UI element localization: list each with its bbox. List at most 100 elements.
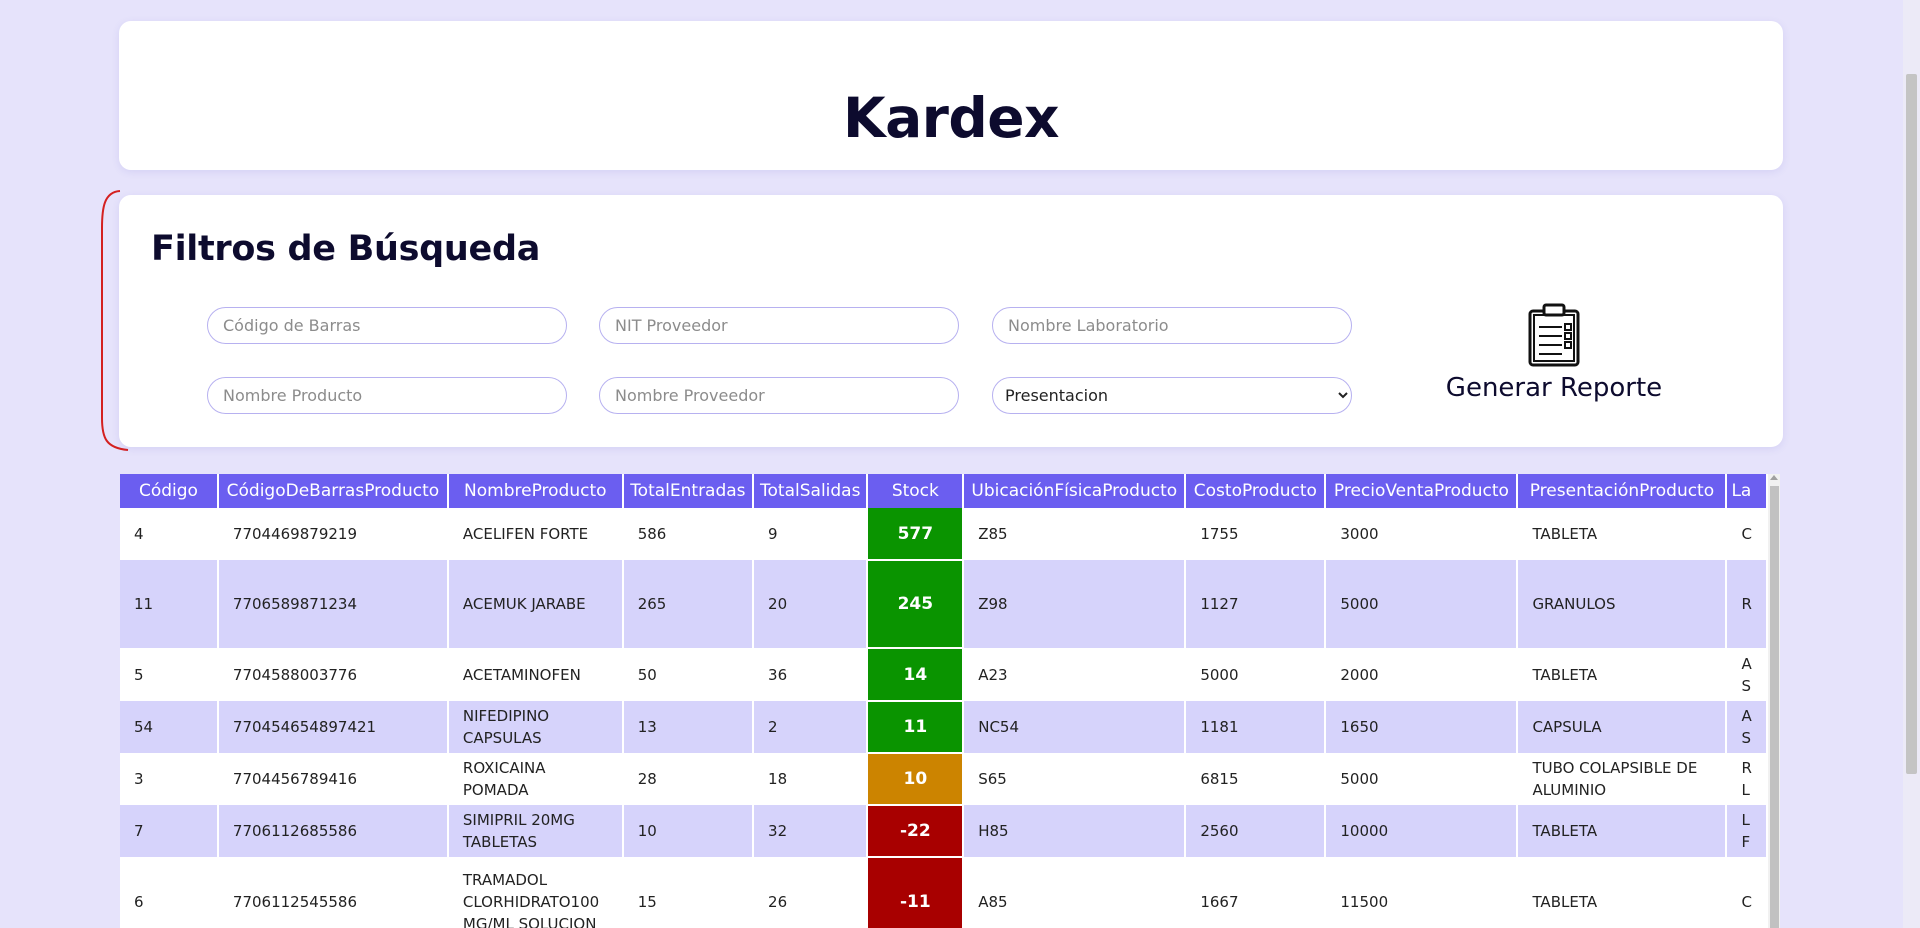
- col-costo[interactable]: CostoProducto: [1185, 474, 1327, 508]
- cell-nombre: ACELIFEN FORTE: [447, 508, 624, 560]
- cell-entradas: 13: [622, 701, 755, 753]
- table-row[interactable]: 3 7704456789416 ROXICAINA POMADA 28 18 1…: [120, 753, 1768, 806]
- cell-costo: 2560: [1185, 805, 1327, 857]
- cell-entradas: 28: [622, 753, 755, 805]
- cell-codigo: 54: [120, 701, 219, 753]
- cell-barras: 7706112545586: [217, 857, 449, 928]
- cell-codigo: 3: [120, 753, 219, 805]
- cell-costo: 6815: [1185, 753, 1327, 805]
- cell-entradas: 50: [622, 648, 755, 701]
- cell-barras: 770454654897421: [217, 701, 449, 753]
- cell-codigo: 11: [120, 560, 219, 648]
- cell-stock: -11: [867, 857, 965, 928]
- cell-precio: 5000: [1325, 753, 1519, 805]
- laboratory-name-input[interactable]: [992, 307, 1352, 344]
- presentation-select[interactable]: Presentacion: [992, 377, 1352, 414]
- cell-presentacion: TABLETA: [1517, 648, 1728, 701]
- cell-precio: 5000: [1325, 560, 1519, 648]
- table-row[interactable]: 54 770454654897421 NIFEDIPINO CAPSULAS 1…: [120, 701, 1768, 754]
- clipboard-icon: [1528, 303, 1580, 367]
- cell-costo: 1181: [1185, 701, 1327, 753]
- cell-precio: 10000: [1325, 805, 1519, 857]
- col-stock[interactable]: Stock: [867, 474, 965, 508]
- generate-report-button[interactable]: Generar Reporte: [1419, 303, 1689, 413]
- table-row[interactable]: 4 7704469879219 ACELIFEN FORTE 586 9 577…: [120, 508, 1768, 561]
- cell-stock: 245: [867, 560, 965, 649]
- cell-costo: 5000: [1185, 648, 1327, 701]
- cell-ubicacion: A85: [963, 857, 1187, 928]
- cell-ubicacion: A23: [963, 648, 1187, 701]
- filters-card: Filtros de Búsqueda Presentacion Generar…: [119, 195, 1783, 447]
- cell-nombre: TRAMADOL CLORHIDRATO100 MG/ML SOLUCION: [447, 857, 624, 928]
- cell-salidas: 18: [753, 753, 869, 805]
- cell-ubicacion: S65: [963, 753, 1187, 805]
- cell-costo: 1667: [1185, 857, 1327, 928]
- cell-lab: A S: [1726, 648, 1768, 701]
- table-row[interactable]: 11 7706589871234 ACEMUK JARABE 265 20 24…: [120, 560, 1768, 649]
- cell-ubicacion: H85: [963, 805, 1187, 857]
- cell-presentacion: TABLETA: [1517, 857, 1728, 928]
- cell-nombre: ROXICAINA POMADA: [447, 753, 624, 805]
- cell-ubicacion: NC54: [963, 701, 1187, 753]
- kardex-table-container: Código CódigoDeBarrasProducto NombreProd…: [120, 474, 1768, 928]
- col-codigo[interactable]: Código: [120, 474, 219, 508]
- cell-salidas: 36: [753, 648, 869, 701]
- cell-costo: 1755: [1185, 508, 1327, 560]
- cell-presentacion: GRANULOS: [1517, 560, 1728, 648]
- cell-codigo: 6: [120, 857, 219, 928]
- title-card: Kardex: [119, 21, 1783, 170]
- cell-stock: 11: [867, 701, 965, 754]
- cell-precio: 1650: [1325, 701, 1519, 753]
- col-nombre-producto[interactable]: NombreProducto: [447, 474, 624, 508]
- cell-salidas: 26: [753, 857, 869, 928]
- col-laboratorio[interactable]: La: [1726, 474, 1768, 508]
- cell-precio: 11500: [1325, 857, 1519, 928]
- table-row[interactable]: 7 7706112685586 SIMIPRIL 20MG TABLETAS 1…: [120, 805, 1768, 858]
- barcode-input[interactable]: [207, 307, 567, 344]
- cell-entradas: 15: [622, 857, 755, 928]
- cell-barras: 7704456789416: [217, 753, 449, 805]
- col-total-entradas[interactable]: TotalEntradas: [622, 474, 755, 508]
- cell-salidas: 9: [753, 508, 869, 560]
- cell-lab: R: [1726, 560, 1768, 648]
- cell-codigo: 5: [120, 648, 219, 701]
- product-name-input[interactable]: [207, 377, 567, 414]
- table-header-row: Código CódigoDeBarrasProducto NombreProd…: [120, 474, 1768, 508]
- cell-presentacion: CAPSULA: [1517, 701, 1728, 753]
- table-scroll-up-arrow-icon[interactable]: [1770, 475, 1778, 480]
- cell-nombre: ACETAMINOFEN: [447, 648, 624, 701]
- cell-barras: 7706112685586: [217, 805, 449, 857]
- cell-salidas: 20: [753, 560, 869, 648]
- cell-nombre: ACEMUK JARABE: [447, 560, 624, 648]
- provider-name-input[interactable]: [599, 377, 959, 414]
- cell-nombre: NIFEDIPINO CAPSULAS: [447, 701, 624, 753]
- kardex-table: Código CódigoDeBarrasProducto NombreProd…: [120, 474, 1768, 928]
- cell-ubicacion: Z98: [963, 560, 1187, 648]
- cell-nombre: SIMIPRIL 20MG TABLETAS: [447, 805, 624, 857]
- cell-codigo: 4: [120, 508, 219, 560]
- cell-barras: 7704588003776: [217, 648, 449, 701]
- col-total-salidas[interactable]: TotalSalidas: [753, 474, 869, 508]
- cell-barras: 7706589871234: [217, 560, 449, 648]
- col-codigo-barras[interactable]: CódigoDeBarrasProducto: [217, 474, 449, 508]
- col-presentacion[interactable]: PresentaciónProducto: [1517, 474, 1728, 508]
- page-scrollbar-thumb[interactable]: [1906, 74, 1917, 774]
- cell-precio: 3000: [1325, 508, 1519, 560]
- cell-precio: 2000: [1325, 648, 1519, 701]
- cell-lab: R L: [1726, 753, 1768, 805]
- filters-heading: Filtros de Búsqueda: [151, 229, 541, 269]
- table-row[interactable]: 5 7704588003776 ACETAMINOFEN 50 36 14 A2…: [120, 648, 1768, 702]
- generate-report-label: Generar Reporte: [1445, 373, 1663, 403]
- cell-stock: 577: [867, 508, 965, 561]
- table-row[interactable]: 6 7706112545586 TRAMADOL CLORHIDRATO100 …: [120, 857, 1768, 928]
- cell-presentacion: TABLETA: [1517, 805, 1728, 857]
- cell-stock: -22: [867, 805, 965, 858]
- cell-lab: L F: [1726, 805, 1768, 857]
- cell-salidas: 2: [753, 701, 869, 753]
- col-precio-venta[interactable]: PrecioVentaProducto: [1325, 474, 1519, 508]
- cell-entradas: 10: [622, 805, 755, 857]
- col-ubicacion[interactable]: UbicaciónFísicaProducto: [963, 474, 1187, 508]
- table-scrollbar-thumb[interactable]: [1770, 486, 1779, 928]
- nit-provider-input[interactable]: [599, 307, 959, 344]
- cell-ubicacion: Z85: [963, 508, 1187, 560]
